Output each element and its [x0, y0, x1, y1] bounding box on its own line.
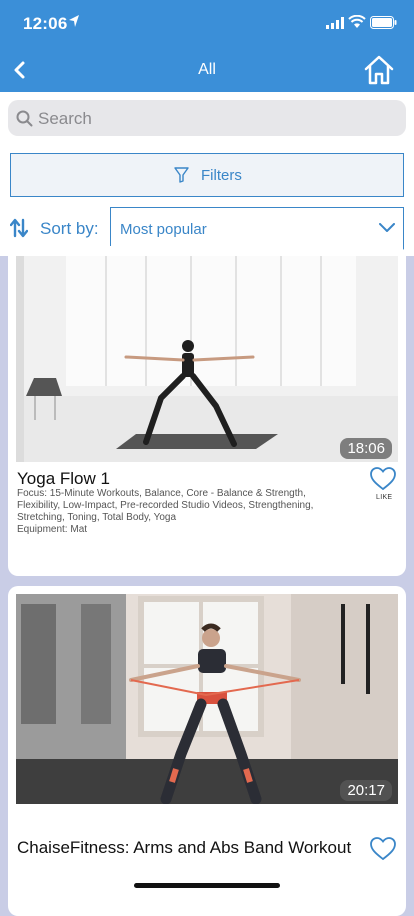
filters-button[interactable]: Filters: [10, 153, 404, 197]
chevron-down-icon: [379, 223, 395, 232]
sort-by-label: Sort by:: [40, 219, 99, 238]
sort-select[interactable]: Most popular: [110, 207, 404, 251]
search-icon: [16, 110, 33, 127]
battery-icon: [370, 16, 397, 29]
status-bar: 12:06: [0, 0, 414, 48]
workout-card[interactable]: 18:06 Yoga Flow 1 Focus: 15-Minute Worko…: [8, 246, 406, 576]
video-duration: 18:06: [340, 438, 392, 459]
workout-equipment: Equipment: Mat: [17, 524, 88, 535]
workout-thumbnail[interactable]: 20:17: [16, 594, 398, 804]
workout-thumbnail[interactable]: 18:06: [16, 256, 398, 462]
heart-like-icon[interactable]: [369, 836, 397, 862]
workout-card[interactable]: 20:17 ChaiseFitness: Arms and Abs Band W…: [8, 586, 406, 916]
funnel-filter-icon: [174, 167, 189, 183]
cellular-signal-icon: [326, 17, 344, 29]
band-workout-video-image: [16, 594, 398, 804]
workout-title: Yoga Flow 1: [17, 469, 110, 488]
like-label: LIKE: [376, 494, 393, 501]
workout-focus: Focus: 15-Minute Workouts, Balance, Core…: [17, 488, 314, 523]
sort-selected-value: Most popular: [120, 221, 207, 238]
filters-label: Filters: [201, 167, 242, 184]
home-icon[interactable]: [362, 54, 396, 86]
navigation-bar: All: [0, 48, 414, 92]
filter-panel: Search Filters Sort by: Most popular: [0, 92, 414, 256]
wifi-icon: [348, 15, 366, 28]
yoga-video-image: [16, 256, 398, 462]
page-title: All: [198, 61, 216, 78]
search-placeholder: Search: [38, 109, 92, 128]
home-indicator[interactable]: [134, 883, 280, 888]
location-arrow-icon: [69, 15, 79, 27]
search-input[interactable]: Search: [8, 100, 406, 136]
sort-arrows-icon: [10, 218, 28, 238]
status-time: 12:06: [23, 14, 68, 33]
workout-title: ChaiseFitness: Arms and Abs Band Workout: [17, 838, 352, 857]
video-duration: 20:17: [340, 780, 392, 801]
heart-like-icon[interactable]: [369, 466, 397, 492]
